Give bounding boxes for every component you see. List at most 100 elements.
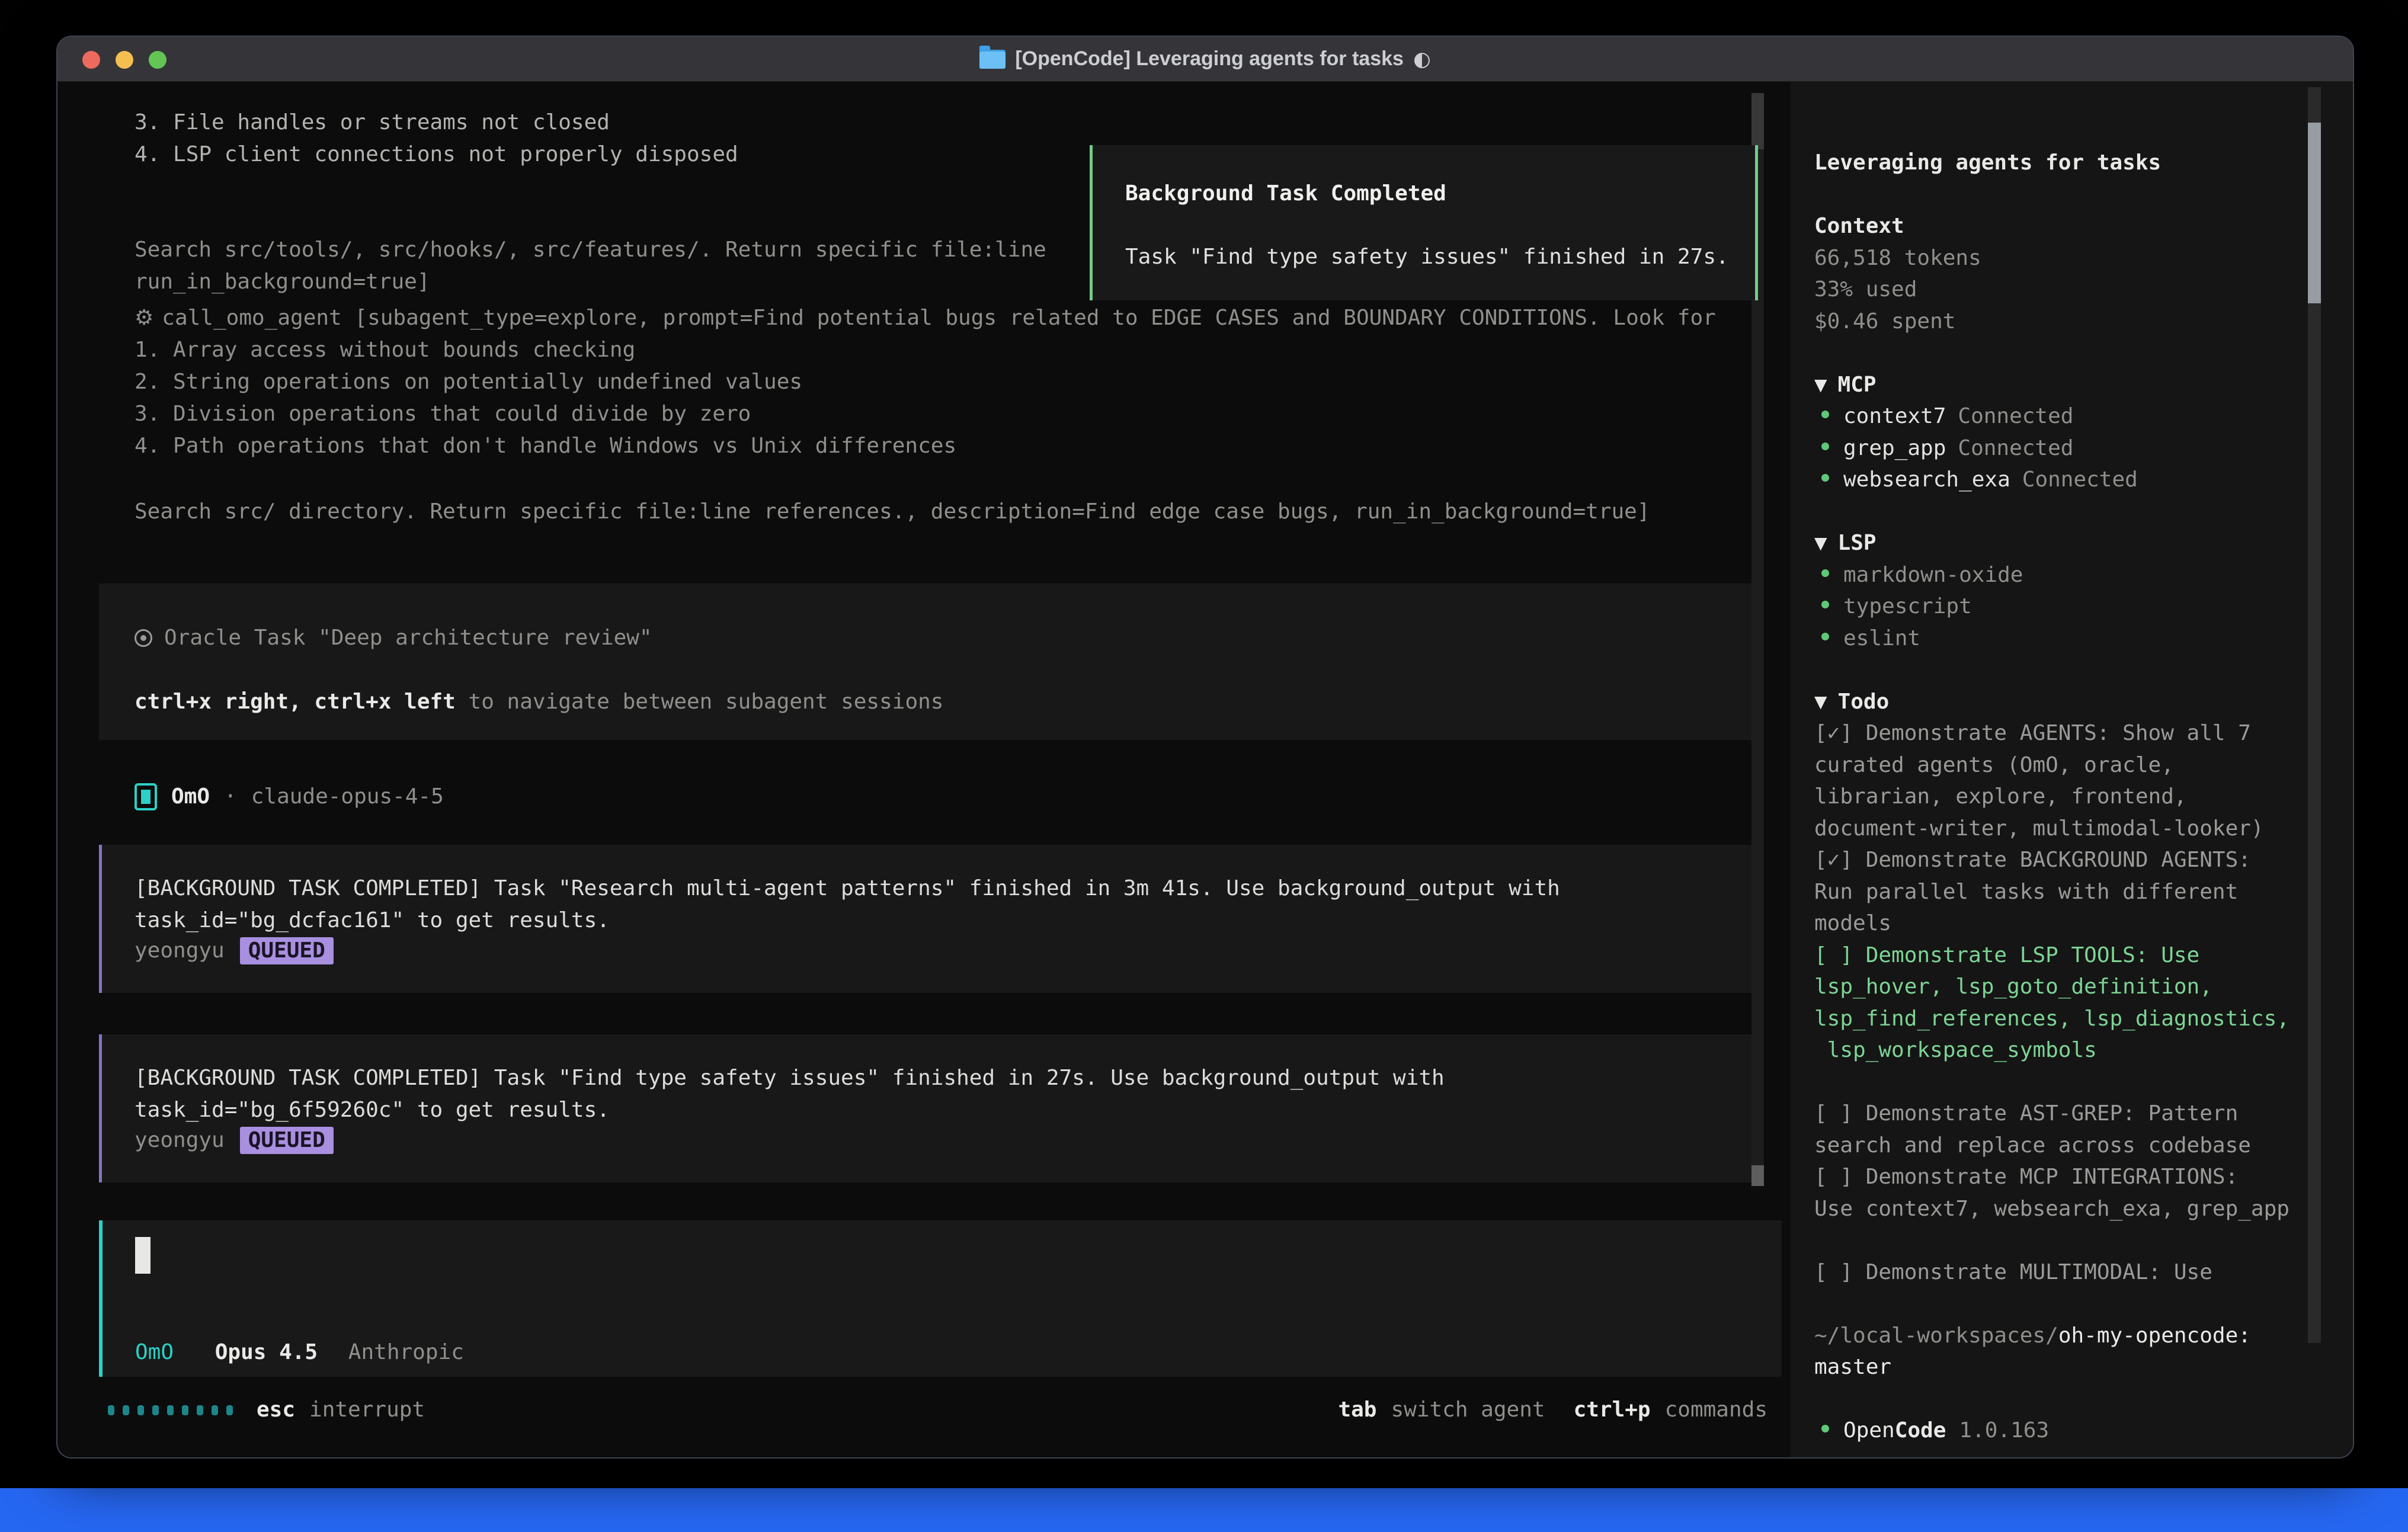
todo-line: [ ] Demonstrate LSP TOOLS: Use [1814, 940, 2354, 972]
scrollback-search-instruction-2: Search src/ directory. Return specific f… [135, 496, 1650, 528]
scrollback-search-instruction-1: Search src/tools/, src/hooks/, src/featu… [135, 234, 1046, 298]
connected-dot-icon [1821, 474, 1829, 482]
tab-key-hint: tab [1338, 1394, 1376, 1426]
workspace-branch: master [1814, 1351, 2354, 1383]
agent-name: OmO [171, 781, 210, 813]
lsp-section-header[interactable]: ▼ LSP [1814, 527, 2354, 559]
connected-dot-icon [1821, 569, 1829, 577]
context-heading: Context [1814, 210, 2354, 242]
toast-title: Background Task Completed [1125, 178, 1446, 210]
mcp-item-status: Connected [1958, 436, 2073, 460]
app-version: 1.0.163 [1959, 1418, 2049, 1443]
todo-line: [ ] Demonstrate MCP INTEGRATIONS: [1814, 1161, 2354, 1193]
session-sidebar: Leveraging agents for tasks Context 66,5… [1791, 82, 2354, 1459]
todo-item-pending: [ ] Demonstrate MULTIMODAL: Use [1814, 1257, 2354, 1289]
lsp-item: eslint [1814, 623, 2354, 655]
mcp-item-status: Connected [1958, 404, 2073, 428]
main-scrollbar-thumb[interactable] [1751, 1165, 1764, 1186]
main-scrollbar-thumb-top[interactable] [1751, 93, 1764, 149]
todo-line: [ ] Demonstrate MULTIMODAL: Use [1814, 1257, 2354, 1289]
scrollback-issue-list-tail: 3. File handles or streams not closed 4.… [135, 107, 738, 171]
message-author: yeongyu [135, 1124, 225, 1156]
desktop: [OpenCode] Leveraging agents for tasks ◐… [0, 0, 2408, 1532]
todo-line: document-writer, multimodal-looker) [1814, 813, 2354, 845]
sidebar-scrollbar-thumb[interactable] [2308, 123, 2321, 303]
agent-model-separator: · [224, 781, 237, 813]
lsp-item-name: markdown-oxide [1843, 563, 2023, 587]
collapse-triangle-icon: ▼ [1814, 533, 1827, 553]
context-spent: $0.46 spent [1814, 306, 2354, 338]
mcp-item-name: websearch_exa [1843, 467, 2010, 492]
connected-dot-icon [1821, 411, 1829, 418]
todo-line: search and replace across codebase [1814, 1130, 2354, 1162]
workspace-path-project: oh-my-opencode: [2058, 1323, 2251, 1348]
omo-agent-icon [135, 783, 157, 810]
input-model-name: Opus 4.5 [215, 1340, 318, 1364]
oracle-status-icon [135, 629, 152, 647]
todo-line: lsp_workspace_symbols [1814, 1034, 2354, 1066]
connected-dot-icon [1821, 443, 1829, 450]
connected-dot-icon [1821, 601, 1829, 608]
todo-item-pending: [ ] Demonstrate MCP INTEGRATIONS: Use co… [1814, 1161, 2354, 1225]
sidebar-session-title: Leveraging agents for tasks [1814, 147, 2354, 179]
todo-item-done: [✓] Demonstrate BACKGROUND AGENTS: Run p… [1814, 844, 2354, 940]
subagent-nav-keys: ctrl+x right, ctrl+x left [135, 690, 456, 714]
agent-call-text: call_omo_agent [subagent_type=explore, p… [162, 306, 1716, 330]
mcp-item-status: Connected [2022, 467, 2138, 492]
lsp-item: markdown-oxide [1814, 559, 2354, 591]
minimize-window-button[interactable] [116, 51, 133, 69]
mcp-item: context7 Connected [1814, 400, 2354, 432]
todo-section-header[interactable]: ▼ Todo [1814, 686, 2354, 718]
subagent-nav-rest: to navigate between subagent sessions [456, 690, 944, 714]
tab-key-label: switch agent [1391, 1394, 1545, 1426]
ctrlp-key-hint: ctrl+p [1574, 1394, 1651, 1426]
todo-line: lsp_find_references, lsp_diagnostics, [1814, 1003, 2354, 1035]
opencode-version-row: OpenCode 1.0.163 [1814, 1415, 2354, 1447]
ctrlp-key-label: commands [1665, 1394, 1767, 1426]
esc-key-hint: esc [257, 1394, 295, 1426]
workspace-path: ~/local-workspaces/oh-my-opencode: [1814, 1320, 2354, 1352]
todo-line: [✓] Demonstrate BACKGROUND AGENTS: [1814, 844, 2354, 876]
app-name-regular: Open [1843, 1418, 1895, 1443]
context-tokens: 66,518 tokens [1814, 242, 2354, 274]
toast-body: Task "Find type safety issues" finished … [1125, 241, 1729, 273]
app-name-bold: Code [1895, 1418, 1946, 1443]
zoom-window-button[interactable] [149, 51, 166, 69]
statusbar-left: esc interrupt [108, 1394, 425, 1426]
agent-session-header: OmO · claude-opus-4-5 [135, 781, 444, 813]
esc-key-label: interrupt [309, 1394, 425, 1426]
background-task-toast[interactable]: Background Task Completed Task "Find typ… [1090, 145, 1758, 300]
window-titlebar[interactable]: [OpenCode] Leveraging agents for tasks ◐ [57, 37, 2353, 82]
todo-heading: Todo [1838, 690, 1890, 714]
lsp-item-name: typescript [1843, 594, 1972, 618]
desktop-taskbar-strip [0, 1488, 2408, 1532]
todo-line: curated agents (OmO, oracle, [1814, 749, 2354, 781]
queued-status-badge: QUEUED [240, 1127, 334, 1154]
prompt-input[interactable]: OmO Opus 4.5 Anthropic [99, 1220, 1782, 1377]
statusbar-right: tab switch agent ctrl+p commands [1338, 1394, 1767, 1426]
todo-line: [✓] Demonstrate AGENTS: Show all 7 [1814, 717, 2354, 749]
mcp-item: grep_appConnected [1814, 432, 2354, 464]
collapse-triangle-icon: ▼ [1814, 375, 1827, 395]
message-line-1: [BACKGROUND TASK COMPLETED] Task "Resear… [135, 873, 1560, 905]
close-window-button[interactable] [82, 51, 100, 69]
todo-line: models [1814, 908, 2354, 940]
oracle-task-title: Oracle Task "Deep architecture review" [164, 626, 652, 650]
todo-line: librarian, explore, frontend, [1814, 781, 2354, 813]
input-agent-name: OmO [135, 1340, 174, 1364]
lsp-item-name: eslint [1843, 626, 1920, 650]
mcp-section-header[interactable]: ▼ MCP [1814, 369, 2354, 401]
background-task-message: [BACKGROUND TASK COMPLETED] Task "Find t… [99, 1034, 1755, 1182]
activity-dots-icon [108, 1405, 233, 1415]
mcp-item-name: context7 [1843, 404, 1946, 428]
todo-line: Use context7, websearch_exa, grep_app [1814, 1193, 2354, 1225]
message-line-2: task_id="bg_6f59260c" to get results. [135, 1094, 610, 1126]
todo-line: Run parallel tasks with different [1814, 876, 2354, 908]
lsp-heading: LSP [1838, 531, 1877, 555]
subagent-nav-hint: ctrl+x right, ctrl+x left to navigate be… [135, 686, 943, 718]
todo-item-done: [✓] Demonstrate AGENTS: Show all 7 curat… [1814, 717, 2354, 844]
connected-dot-icon [1821, 1425, 1829, 1432]
lsp-item: typescript [1814, 591, 2354, 623]
collapse-triangle-icon: ▼ [1814, 692, 1827, 711]
mcp-heading: MCP [1838, 373, 1877, 397]
